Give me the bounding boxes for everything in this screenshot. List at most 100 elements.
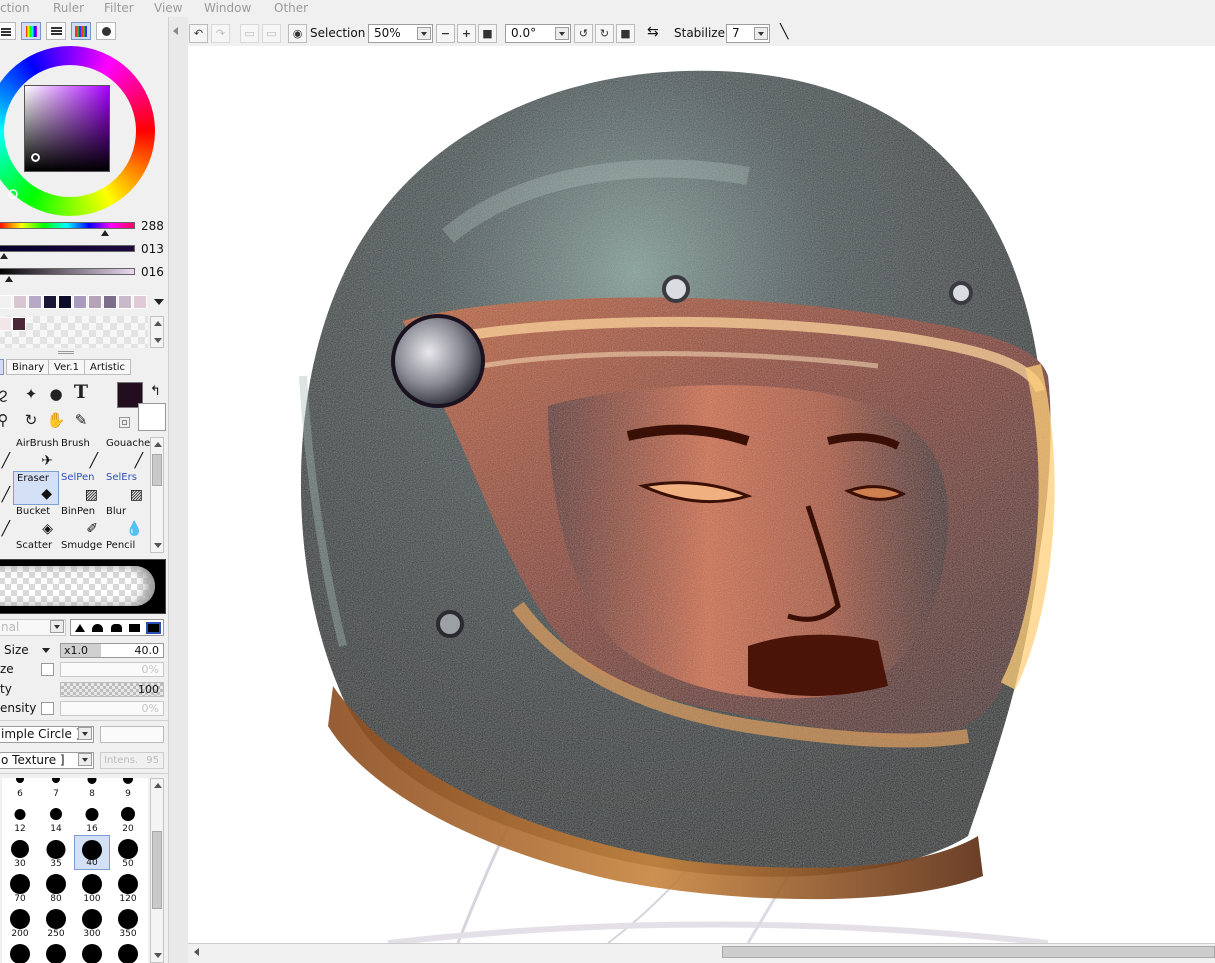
- brush-selers[interactable]: SelErs ▨: [103, 471, 149, 505]
- min-size-field[interactable]: 0%: [60, 662, 164, 677]
- brush-scatter[interactable]: Scatter: [13, 539, 59, 553]
- size-field[interactable]: x1.0 40.0: [60, 643, 164, 658]
- brush-size-option[interactable]: 100: [74, 870, 110, 905]
- value-slider-thumb[interactable]: [5, 276, 13, 282]
- menu-selection[interactable]: ction: [0, 0, 30, 16]
- rotation-dropdown-icon[interactable]: [555, 27, 569, 40]
- scroll-down-icon[interactable]: [154, 338, 162, 343]
- palette-swatch[interactable]: [88, 295, 102, 309]
- palette-scrollbar[interactable]: [150, 316, 164, 348]
- rotate-left-button[interactable]: ↺: [574, 24, 593, 43]
- collapse-arrow-icon[interactable]: [173, 27, 178, 35]
- brush-size-option[interactable]: 8: [74, 778, 110, 800]
- invert-selection-button[interactable]: ▭: [262, 24, 281, 43]
- secondary-color-swatch[interactable]: [138, 403, 166, 431]
- brush-cell-partial-2[interactable]: ╱: [0, 471, 11, 505]
- edge-shape-5-icon[interactable]: [146, 622, 161, 634]
- sv-picker-marker[interactable]: [30, 152, 41, 163]
- hue-slider-thumb[interactable]: [101, 230, 109, 236]
- texture-intensity-field[interactable]: Intens. 95: [100, 752, 164, 769]
- edge-shape-3-icon[interactable]: [111, 624, 122, 632]
- panel-collapse-bar[interactable]: [168, 17, 188, 963]
- stabilizer-select[interactable]: 7: [726, 24, 770, 43]
- brush-airbrush[interactable]: AirBrush ✈: [13, 437, 59, 471]
- brush-size-option[interactable]: 35: [38, 835, 74, 870]
- stabilizer-dropdown-icon[interactable]: [754, 27, 768, 40]
- brush-size-option[interactable]: 7: [38, 778, 74, 800]
- brush-blur[interactable]: Blur 💧: [103, 505, 149, 539]
- palette-swatch[interactable]: [0, 295, 12, 309]
- brush-size-option[interactable]: 6: [2, 778, 38, 800]
- zoom-dropdown-icon[interactable]: [417, 27, 431, 40]
- scroll-left-icon[interactable]: [194, 948, 199, 956]
- zoom-select[interactable]: 50%: [368, 24, 433, 43]
- brush-size-option[interactable]: [110, 940, 146, 963]
- palette-swatch[interactable]: [103, 295, 117, 309]
- saturation-value-square[interactable]: [24, 85, 110, 172]
- eyedropper-icon[interactable]: ✎: [70, 409, 92, 431]
- brush-texture-dropdown-icon[interactable]: [78, 753, 92, 766]
- blending-mode-dropdown-icon[interactable]: [50, 620, 64, 633]
- brush-selpen[interactable]: SelPen ▨: [58, 471, 104, 505]
- brush-size-option[interactable]: 70: [2, 870, 38, 905]
- brush-size-option[interactable]: 300: [74, 905, 110, 940]
- drawing-canvas[interactable]: [188, 46, 1215, 943]
- rotate-icon[interactable]: ↻: [20, 409, 42, 431]
- transparent-color-icon[interactable]: [119, 417, 130, 428]
- brush-size-option[interactable]: [38, 940, 74, 963]
- line-tool-icon[interactable]: ╲: [780, 24, 788, 40]
- menu-filter[interactable]: Filter: [104, 0, 134, 16]
- rotation-reset-button[interactable]: ■: [616, 24, 635, 43]
- tab-ver1[interactable]: Ver.1: [48, 359, 85, 375]
- brush-smudge[interactable]: Smudge: [58, 539, 104, 553]
- swatch-mode-button[interactable]: [71, 22, 91, 40]
- color-mode-button-1[interactable]: [0, 22, 16, 40]
- edge-shape-1-icon[interactable]: [75, 624, 85, 632]
- brush-scroll-thumb[interactable]: [152, 454, 162, 486]
- zoom-reset-button[interactable]: ■: [478, 24, 497, 43]
- rotate-right-button[interactable]: ↻: [595, 24, 614, 43]
- magic-wand-icon[interactable]: ✦: [20, 383, 42, 405]
- brush-binpen[interactable]: BinPen ✐: [58, 505, 104, 539]
- tab-normal[interactable]: [0, 359, 4, 375]
- panel-splitter-handle[interactable]: [58, 351, 74, 354]
- scratchpad-mode-button[interactable]: [96, 22, 116, 40]
- text-tool-icon[interactable]: T: [70, 381, 92, 403]
- min-size-checkbox[interactable]: [41, 663, 54, 676]
- shape-icon[interactable]: ●: [45, 383, 67, 405]
- menu-view[interactable]: View: [154, 0, 182, 16]
- brush-size-option[interactable]: 12: [2, 800, 38, 835]
- rgb-slider-mode-button[interactable]: [46, 22, 66, 40]
- saturation-slider[interactable]: [0, 245, 135, 252]
- lasso-icon[interactable]: ϩ: [0, 383, 14, 405]
- custom-palette-swatch[interactable]: [12, 317, 26, 331]
- hue-slider[interactable]: [0, 222, 135, 229]
- brush-size-scrollbar[interactable]: [150, 778, 164, 963]
- min-density-field[interactable]: 0%: [60, 701, 164, 716]
- rotation-select[interactable]: 0.0°: [505, 24, 571, 43]
- brush-pencil[interactable]: Pencil: [103, 539, 149, 553]
- zoom-in-button[interactable]: +: [457, 24, 476, 43]
- size-mode-dropdown-icon[interactable]: [42, 648, 50, 653]
- zoom-icon[interactable]: ⚲: [0, 409, 14, 431]
- brush-size-option[interactable]: 16: [74, 800, 110, 835]
- selection-visibility-button[interactable]: ◉: [288, 24, 307, 43]
- scroll-up-icon[interactable]: [154, 321, 162, 326]
- brush-size-option[interactable]: 30: [2, 835, 38, 870]
- density-field[interactable]: 100: [60, 682, 164, 697]
- palette-swatch[interactable]: [133, 295, 147, 309]
- horizontal-scroll-thumb[interactable]: [722, 946, 1215, 958]
- brush-size-option[interactable]: 14: [38, 800, 74, 835]
- brush-size-option[interactable]: 9: [110, 778, 146, 800]
- brush-eraser[interactable]: Eraser ◆: [13, 471, 59, 505]
- brush-size-scroll-thumb[interactable]: [152, 831, 162, 909]
- brush-size-option[interactable]: 250: [38, 905, 74, 940]
- brush-cell-partial-3[interactable]: ╱: [0, 505, 11, 539]
- custom-palette-swatch[interactable]: [0, 317, 12, 331]
- menu-window[interactable]: Window: [204, 0, 251, 16]
- value-slider[interactable]: [0, 268, 135, 275]
- palette-dropdown-icon[interactable]: [154, 299, 164, 305]
- palette-swatch[interactable]: [43, 295, 57, 309]
- min-density-checkbox[interactable]: [41, 702, 54, 715]
- tab-artistic[interactable]: Artistic: [84, 359, 132, 375]
